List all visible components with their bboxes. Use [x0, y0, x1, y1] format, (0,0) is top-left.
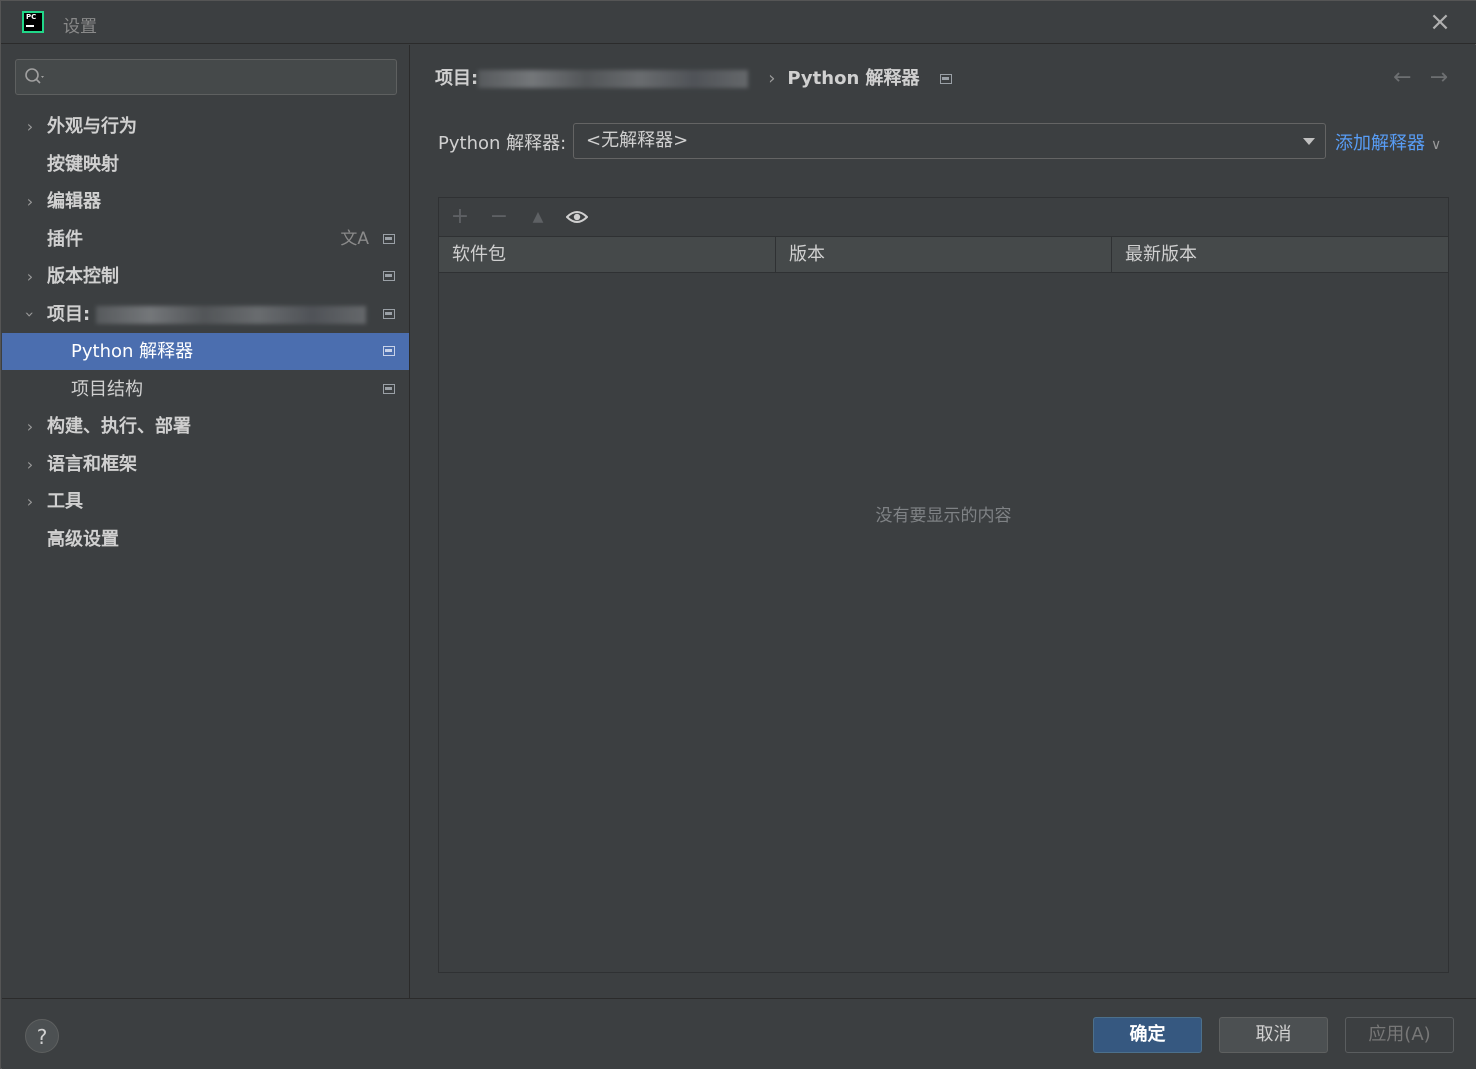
sidebar-item-label: 版本控制 [47, 266, 119, 287]
interpreter-label: Python 解释器: [438, 133, 567, 154]
interpreter-select[interactable]: <无解释器> [573, 123, 1326, 159]
packages-table-body: 没有要显示的内容 [439, 273, 1448, 972]
settings-dialog: PC 设置 × › 外观与行为 按键映射 › 编辑器 插件 文A › 版本控制 … [0, 0, 1476, 1069]
chevron-right-icon: › [26, 417, 34, 436]
translate-icon: 文A [340, 229, 369, 249]
settings-sidebar: › 外观与行为 按键映射 › 编辑器 插件 文A › 版本控制 › 项目: Py… [2, 45, 409, 998]
navigation-arrows: ← → [1375, 65, 1448, 90]
sidebar-item-label: 项目结构 [71, 379, 143, 400]
dropdown-arrow-icon [1303, 138, 1315, 145]
packages-panel: + − ▲ 软件包 版本 最新版本 没有要显示的内容 [438, 197, 1449, 973]
packages-table-header: 软件包 版本 最新版本 [439, 236, 1448, 273]
project-scope-icon [383, 234, 395, 244]
upgrade-package-icon[interactable]: ▲ [525, 204, 551, 230]
pycharm-logo-icon: PC [22, 11, 44, 33]
sidebar-item-plugins[interactable]: 插件 文A [2, 221, 409, 258]
sidebar-item-label: 项目: [47, 296, 367, 333]
redacted-project-name [96, 306, 367, 324]
column-package[interactable]: 软件包 [439, 237, 776, 272]
sidebar-item-label: 按键映射 [47, 154, 119, 175]
add-package-icon[interactable]: + [447, 204, 473, 230]
chevron-right-icon: › [26, 117, 34, 136]
remove-package-icon[interactable]: − [486, 204, 512, 230]
project-scope-icon [383, 271, 395, 281]
dialog-footer: ? 确定 取消 应用(A) [2, 998, 1476, 1069]
sidebar-item-label: 外观与行为 [47, 116, 137, 137]
project-scope-icon [939, 74, 952, 84]
chevron-right-icon: › [26, 267, 34, 286]
column-latest-version[interactable]: 最新版本 [1112, 237, 1448, 272]
interpreter-selected-value: <无解释器> [586, 130, 689, 151]
breadcrumb-project[interactable]: 项目: [435, 68, 478, 89]
search-icon [25, 68, 44, 84]
chevron-right-icon: › [26, 455, 34, 474]
redacted-project-name [478, 70, 749, 88]
sidebar-item-label: 工具 [47, 491, 83, 512]
title-bar: PC 设置 × [1, 1, 1476, 44]
sidebar-item-project[interactable]: › 项目: [2, 296, 409, 333]
project-scope-icon [383, 384, 395, 394]
chevron-down-icon: › [20, 311, 40, 318]
sidebar-item-label: 构建、执行、部署 [47, 416, 191, 437]
sidebar-item-vcs[interactable]: › 版本控制 [2, 258, 409, 295]
window-title: 设置 [63, 17, 97, 37]
chevron-down-icon: ∨ [1431, 137, 1442, 153]
project-scope-icon [383, 309, 395, 319]
sidebar-item-keymap[interactable]: 按键映射 [2, 146, 409, 183]
column-version[interactable]: 版本 [776, 237, 1112, 272]
sidebar-item-label: Python 解释器 [71, 341, 194, 362]
sidebar-item-label: 插件 [47, 229, 83, 250]
chevron-right-icon: › [26, 192, 34, 211]
cancel-button[interactable]: 取消 [1219, 1017, 1328, 1053]
packages-toolbar: + − ▲ [439, 198, 1448, 236]
help-button[interactable]: ? [25, 1019, 59, 1053]
sidebar-item-label: 编辑器 [47, 191, 101, 212]
search-input[interactable] [15, 59, 397, 95]
ok-button[interactable]: 确定 [1093, 1017, 1202, 1053]
sidebar-item-languages[interactable]: › 语言和框架 [2, 446, 409, 483]
back-arrow-icon[interactable]: ← [1393, 65, 1411, 90]
sidebar-item-build[interactable]: › 构建、执行、部署 [2, 408, 409, 445]
settings-content: 项目: › Python 解释器 ← → Python 解释器: <无解释器> 添加解… [410, 45, 1476, 998]
show-early-releases-icon[interactable] [566, 209, 588, 225]
sidebar-item-advanced[interactable]: 高级设置 [2, 521, 409, 558]
add-interpreter-label: 添加解释器 [1335, 133, 1425, 154]
sidebar-item-tools[interactable]: › 工具 [2, 483, 409, 520]
empty-state-text: 没有要显示的内容 [875, 506, 1012, 526]
sidebar-item-project-structure[interactable]: 项目结构 [2, 371, 409, 408]
sidebar-item-python-interpreter[interactable]: Python 解释器 [2, 333, 409, 370]
sidebar-item-appearance[interactable]: › 外观与行为 [2, 108, 409, 145]
close-icon[interactable]: × [1429, 9, 1451, 35]
sidebar-item-editor[interactable]: › 编辑器 [2, 183, 409, 220]
sidebar-item-label: 高级设置 [47, 529, 119, 550]
add-interpreter-link[interactable]: 添加解释器 ∨ [1335, 129, 1441, 155]
breadcrumb-page: Python 解释器 [787, 68, 920, 89]
apply-button[interactable]: 应用(A) [1345, 1017, 1454, 1053]
chevron-right-icon: › [26, 492, 34, 511]
sidebar-item-label: 语言和框架 [47, 454, 137, 475]
breadcrumb-separator: › [768, 68, 776, 89]
forward-arrow-icon[interactable]: → [1430, 65, 1448, 90]
project-scope-icon [383, 346, 395, 356]
breadcrumb: 项目: › Python 解释器 [435, 65, 952, 93]
